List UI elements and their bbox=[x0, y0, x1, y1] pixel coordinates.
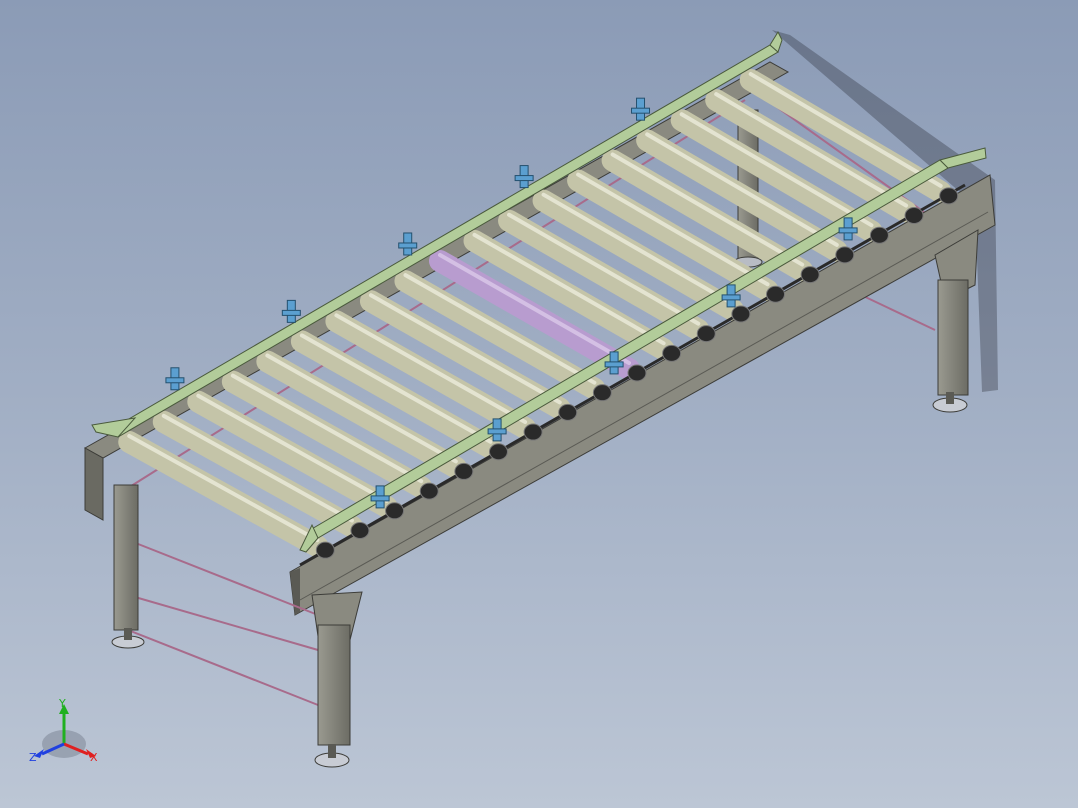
leveling-stem bbox=[946, 392, 954, 404]
support-leg bbox=[937, 279, 969, 396]
roller-conveyor-model[interactable] bbox=[0, 0, 1078, 808]
sprocket bbox=[350, 521, 370, 539]
sprocket bbox=[419, 482, 439, 500]
z-axis-label: Z bbox=[29, 751, 37, 764]
rail-bracket bbox=[398, 232, 418, 256]
sprocket bbox=[835, 246, 855, 264]
sprocket bbox=[662, 344, 682, 362]
sprocket bbox=[315, 541, 335, 559]
sprocket bbox=[696, 325, 716, 343]
rail-bracket bbox=[281, 299, 301, 323]
leveling-stem bbox=[328, 744, 336, 758]
support-leg bbox=[113, 484, 139, 631]
sprocket bbox=[488, 443, 508, 461]
sprocket bbox=[904, 207, 924, 225]
sprocket bbox=[869, 226, 889, 244]
sprocket bbox=[800, 266, 820, 284]
sprocket bbox=[523, 423, 543, 441]
x-axis-label: X bbox=[90, 751, 98, 764]
cad-viewport[interactable]: Y X Z bbox=[0, 0, 1078, 808]
sprocket bbox=[558, 403, 578, 421]
sprocket bbox=[627, 364, 647, 382]
support-leg bbox=[317, 624, 351, 746]
sprocket bbox=[385, 502, 405, 520]
sprocket bbox=[454, 462, 474, 480]
sprocket bbox=[731, 305, 751, 323]
y-axis-label: Y bbox=[59, 697, 66, 710]
leveling-stem bbox=[124, 628, 132, 640]
support-legs-right bbox=[932, 229, 979, 413]
sprocket bbox=[766, 285, 786, 303]
rail-bracket bbox=[165, 367, 185, 391]
sprocket bbox=[592, 384, 612, 402]
sprocket bbox=[939, 187, 959, 205]
